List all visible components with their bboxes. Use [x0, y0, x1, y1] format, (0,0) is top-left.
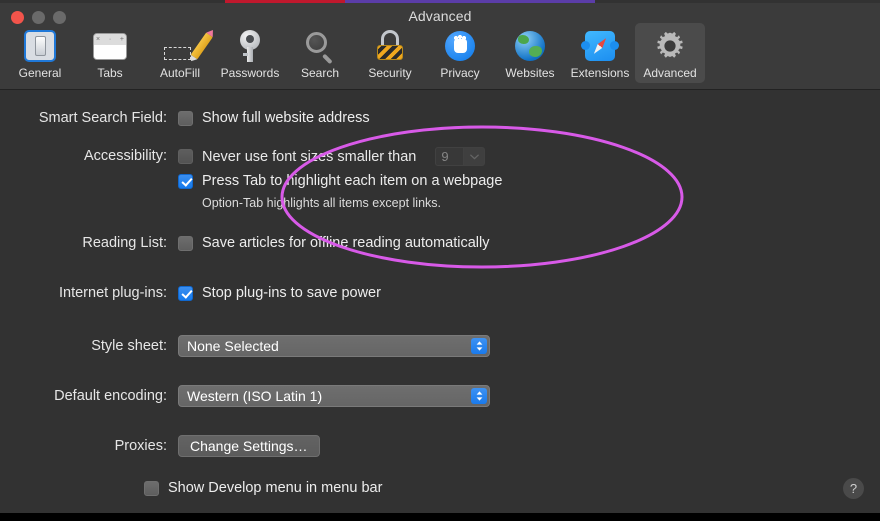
websites-globe-icon [495, 27, 565, 65]
background-window-strip-purple [345, 0, 595, 3]
toolbar-label-autofill: AutoFill [159, 66, 200, 80]
autofill-icon [145, 27, 215, 65]
general-icon [5, 27, 75, 65]
advanced-gear-icon [635, 27, 705, 65]
background-window-strip-red [225, 0, 345, 3]
preferences-toolbar: General × · + Tabs AutoFill Passwords Se… [5, 23, 705, 83]
checkbox-box-save-articles-offline[interactable] [178, 235, 193, 251]
toolbar-label-search: Search [300, 66, 340, 80]
toolbar-label-tabs: Tabs [97, 66, 123, 80]
checkbox-stop-plugins-save-power[interactable]: Stop plug-ins to save power [178, 284, 381, 302]
tabs-icon-dot-glyph: · [108, 35, 112, 43]
row-style-sheet: Style sheet: None Selected [0, 335, 490, 357]
toolbar-label-extensions: Extensions [570, 66, 630, 80]
checkbox-box-press-tab-to-highlight[interactable] [178, 173, 193, 189]
style-sheet-popup-button[interactable]: None Selected [178, 335, 490, 357]
font-size-value[interactable]: 9 [435, 147, 464, 166]
window-bottom-edge [0, 513, 880, 521]
checkbox-label-never-use-font-sizes: Never use font sizes smaller than [202, 148, 417, 165]
checkbox-label-show-develop-menu: Show Develop menu in menu bar [168, 480, 383, 496]
toolbar-label-passwords: Passwords [220, 66, 280, 80]
row-develop-menu: Show Develop menu in menu bar [144, 479, 382, 497]
toolbar-item-search[interactable]: Search [285, 23, 355, 83]
checkbox-box-never-use-font-sizes[interactable] [178, 149, 193, 164]
default-encoding-popup-button[interactable]: Western (ISO Latin 1) [178, 385, 490, 407]
style-sheet-selected-value: None Selected [187, 338, 279, 354]
row-proxies: Proxies: Change Settings… [0, 435, 320, 457]
search-magnifier-icon [285, 27, 355, 65]
chevron-up-down-icon[interactable] [471, 338, 487, 354]
toolbar-label-websites: Websites [505, 66, 555, 80]
security-lock-icon [355, 27, 425, 65]
row-internet-plugins: Internet plug-ins: Stop plug-ins to save… [0, 284, 381, 302]
chevron-up-down-icon[interactable] [471, 388, 487, 404]
advanced-settings-pane: Smart Search Field: Show full website ad… [0, 90, 880, 513]
toolbar-label-security: Security [368, 66, 412, 80]
tabs-icon-close-glyph: × [96, 35, 101, 43]
tabs-icon: × · + [75, 27, 145, 65]
label-internet-plugins: Internet plug-ins: [58, 285, 167, 301]
note-option-tab-highlights: Option-Tab highlights all items except l… [202, 196, 442, 210]
checkbox-box-show-develop-menu[interactable] [144, 480, 159, 496]
checkbox-never-use-font-sizes-smaller-than[interactable]: Never use font sizes smaller than 9 [178, 147, 502, 166]
label-accessibility: Accessibility: [84, 148, 167, 164]
font-size-combobox[interactable]: 9 [435, 147, 486, 166]
row-accessibility: Accessibility: Never use font sizes smal… [0, 147, 502, 210]
row-reading-list: Reading List: Save articles for offline … [0, 234, 489, 252]
toolbar-label-general: General [18, 66, 62, 80]
checkbox-show-full-website-address[interactable]: Show full website address [178, 109, 370, 127]
checkbox-label-stop-plugins-save-power: Stop plug-ins to save power [202, 285, 381, 301]
toolbar-label-privacy: Privacy [440, 66, 480, 80]
tabs-icon-plus-glyph: + [119, 35, 124, 43]
label-proxies: Proxies: [114, 438, 167, 454]
toolbar-item-privacy[interactable]: Privacy [425, 23, 495, 83]
help-button[interactable]: ? [843, 478, 864, 499]
change-settings-button[interactable]: Change Settings… [178, 435, 320, 457]
checkbox-label-show-full-website-address: Show full website address [202, 110, 370, 126]
checkbox-box-show-full-website-address[interactable] [178, 110, 193, 126]
checkbox-box-stop-plugins-save-power[interactable] [178, 285, 193, 301]
window-title: Advanced [408, 8, 472, 24]
toolbar-item-passwords[interactable]: Passwords [215, 23, 285, 83]
toolbar-item-general[interactable]: General [5, 23, 75, 83]
row-default-encoding: Default encoding: Western (ISO Latin 1) [0, 385, 490, 407]
checkbox-show-develop-menu[interactable]: Show Develop menu in menu bar [144, 479, 382, 497]
row-smart-search-field: Smart Search Field: Show full website ad… [0, 109, 370, 127]
toolbar-label-advanced: Advanced [643, 66, 697, 80]
label-default-encoding: Default encoding: [54, 388, 167, 404]
safari-preferences-window: Advanced General × · + Tabs AutoFill Pas… [0, 0, 880, 521]
checkbox-label-save-articles-offline: Save articles for offline reading automa… [202, 235, 490, 251]
checkbox-label-press-tab-to-highlight: Press Tab to highlight each item on a we… [202, 173, 503, 189]
checkbox-save-articles-offline[interactable]: Save articles for offline reading automa… [178, 234, 489, 252]
toolbar-item-extensions[interactable]: Extensions [565, 23, 635, 83]
toolbar-item-websites[interactable]: Websites [495, 23, 565, 83]
privacy-hand-icon [425, 27, 495, 65]
chevron-down-icon[interactable] [463, 147, 486, 166]
window-titlebar: Advanced General × · + Tabs AutoFill Pas… [0, 3, 880, 90]
toolbar-item-advanced[interactable]: Advanced [635, 23, 705, 83]
passwords-key-icon [215, 27, 285, 65]
extensions-puzzle-icon [565, 27, 635, 65]
label-reading-list: Reading List: [82, 235, 167, 251]
label-style-sheet: Style sheet: [91, 338, 167, 354]
checkbox-press-tab-to-highlight[interactable]: Press Tab to highlight each item on a we… [178, 172, 502, 190]
toolbar-item-autofill[interactable]: AutoFill [145, 23, 215, 83]
default-encoding-selected-value: Western (ISO Latin 1) [187, 388, 323, 404]
label-smart-search-field: Smart Search Field: [38, 110, 167, 126]
toolbar-item-security[interactable]: Security [355, 23, 425, 83]
toolbar-item-tabs[interactable]: × · + Tabs [75, 23, 145, 83]
